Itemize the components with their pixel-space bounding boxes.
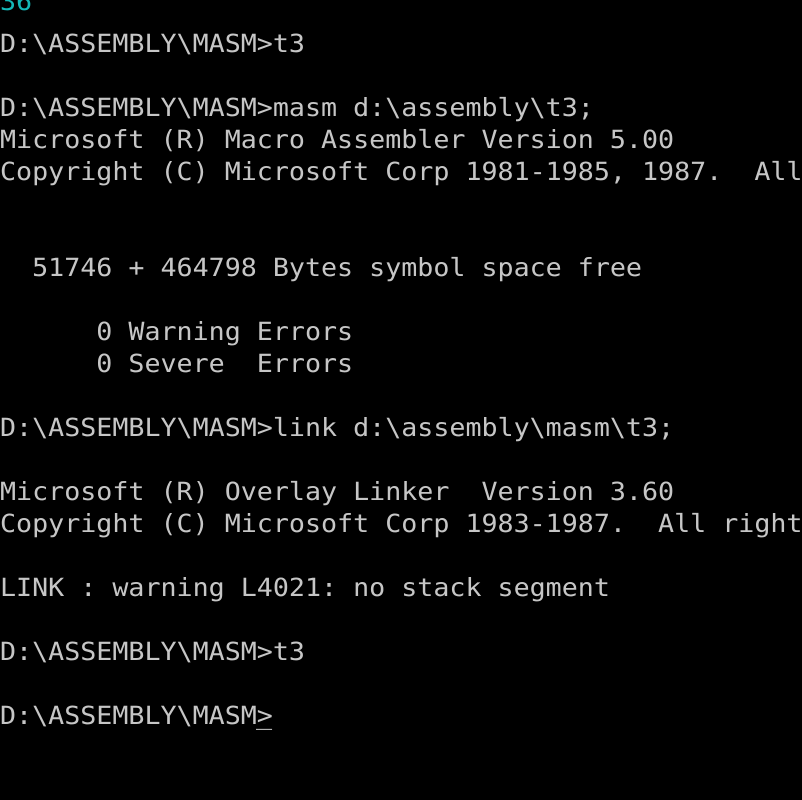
terminal-line-masm-banner: Microsoft (R) Macro Assembler Version 5.… xyxy=(0,124,674,156)
terminal-line-link-warning: LINK : warning L4021: no stack segment xyxy=(0,572,610,604)
terminal-line-link-banner: Microsoft (R) Overlay Linker Version 3.6… xyxy=(0,476,674,508)
terminal-line-prompt-run-t3-first: D:\ASSEMBLY\MASM>t3 xyxy=(0,28,305,60)
terminal-line-severe-errors: 0 Severe Errors xyxy=(0,348,353,380)
terminal-line-symbol-space: 51746 + 464798 Bytes symbol space free xyxy=(0,252,642,284)
terminal-line-text: Microsoft (R) Overlay Linker Version 3.6… xyxy=(0,477,675,506)
terminal-line-prompt-run-t3-second: D:\ASSEMBLY\MASM>t3 xyxy=(0,636,305,668)
terminal-line-prompt-link: D:\ASSEMBLY\MASM>link d:\assembly\masm\t… xyxy=(0,412,674,444)
terminal-line-text: D:\ASSEMBLY\MASM>t3 xyxy=(0,637,305,666)
terminal-line-text: 0 Warning Errors xyxy=(0,317,354,346)
terminal-line-prompt-active: D:\ASSEMBLY\MASM>_ xyxy=(0,700,273,732)
terminal-line-text: D:\ASSEMBLY\MASM> xyxy=(0,701,273,730)
cursor-underscore: _ xyxy=(255,701,272,730)
terminal-line-text: 0 Severe Errors xyxy=(0,349,354,378)
terminal-line-link-copyright: Copyright (C) Microsoft Corp 1983-1987. … xyxy=(0,508,802,540)
terminal-line-text: D:\ASSEMBLY\MASM>link d:\assembly\masm\t… xyxy=(0,413,675,442)
terminal-line-text: D:\ASSEMBLY\MASM>t3 xyxy=(0,29,305,58)
terminal-line-text: D:\ASSEMBLY\MASM>masm d:\assembly\t3; xyxy=(0,93,594,122)
terminal-line-warning-errors: 0 Warning Errors xyxy=(0,316,353,348)
terminal-line-text: Microsoft (R) Macro Assembler Version 5.… xyxy=(0,125,675,154)
terminal-line-prompt-masm: D:\ASSEMBLY\MASM>masm d:\assembly\t3; xyxy=(0,92,594,124)
terminal-line-text: Copyright (C) Microsoft Corp 1981-1985, … xyxy=(0,157,802,186)
terminal-line-scroll-remnant: 36 xyxy=(0,0,33,18)
console-screen[interactable]: 36 D:\ASSEMBLY\MASM>t3 D:\ASSEMBLY\MASM>ma… xyxy=(0,0,802,800)
terminal-line-text: LINK : warning L4021: no stack segment xyxy=(0,573,610,602)
terminal-line-text: 36 xyxy=(0,0,33,16)
terminal-line-text: Copyright (C) Microsoft Corp 1983-1987. … xyxy=(0,509,802,538)
terminal-line-text: 51746 + 464798 Bytes symbol space free xyxy=(0,253,642,282)
terminal-line-masm-copyright: Copyright (C) Microsoft Corp 1981-1985, … xyxy=(0,156,802,188)
